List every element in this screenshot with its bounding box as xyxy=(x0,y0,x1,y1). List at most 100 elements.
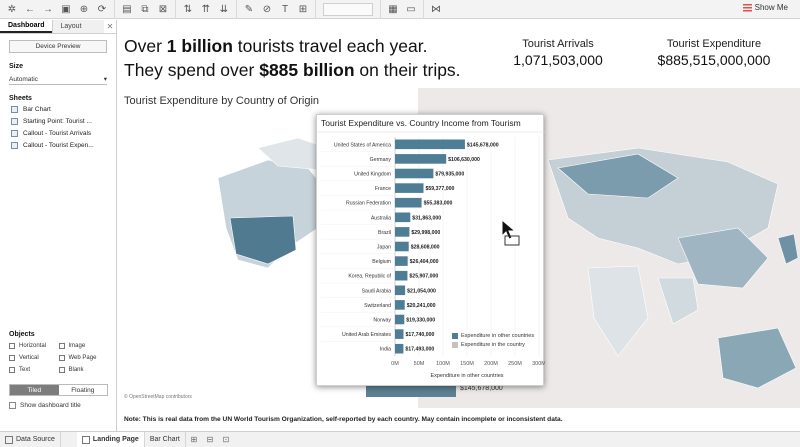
sheet-item-callout-expenditure[interactable]: Callout - Tourist Expen... xyxy=(11,141,116,150)
toolbar-group-nav: ✲ ← → ▣ ⊕ ⟳ xyxy=(0,0,115,19)
new-datasource-icon[interactable]: ⊕ xyxy=(77,2,91,16)
object-blank[interactable]: Blank xyxy=(58,366,109,374)
sheet-item-callout-arrivals[interactable]: Callout - Tourist Arrivals xyxy=(11,129,116,138)
category-label: United Arab Emirates xyxy=(342,332,391,338)
x-axis-label: Expenditure in other countries xyxy=(430,373,503,379)
headline-highlight: 1 billion xyxy=(166,36,233,56)
object-vertical[interactable]: Vertical xyxy=(9,354,59,362)
image-icon xyxy=(58,343,65,349)
headline-text: They spend over xyxy=(124,60,260,80)
category-label: Brazil xyxy=(378,230,391,236)
toolbar-group-format: ⇅ ⇈ ⇊ xyxy=(176,0,237,19)
undo-icon[interactable]: ← xyxy=(23,2,37,16)
tiled-button[interactable]: Tiled xyxy=(10,385,59,395)
tab-bar-chart[interactable]: Bar Chart xyxy=(145,431,186,447)
headline: Over 1 billion tourists travel each year… xyxy=(124,34,494,82)
toolbar-group-marks: ✎ ⊘ T ⊞ xyxy=(237,0,316,19)
show-dashboard-title-checkbox[interactable]: Show dashboard title xyxy=(9,402,117,409)
toolbar-group-share: ⋈ xyxy=(424,0,448,19)
x-tick-label: 200M xyxy=(484,361,498,367)
category-label: Norway xyxy=(373,318,391,324)
clear-sheet-icon[interactable]: ⊠ xyxy=(156,2,170,16)
show-me-button[interactable]: Show Me xyxy=(742,3,788,12)
bar xyxy=(395,212,411,223)
fix-axes-icon[interactable]: ⊞ xyxy=(296,2,310,16)
sheet-item-starting-point[interactable]: Starting Point: Tourist ... xyxy=(11,117,116,126)
size-dropdown[interactable]: Automatic ▾ xyxy=(9,74,107,85)
new-story-tab-icon[interactable]: ⊡ xyxy=(221,435,231,445)
cursor-icon xyxy=(501,218,520,246)
checkbox-icon xyxy=(9,402,16,409)
sheet-item-bar-chart[interactable]: Bar Chart xyxy=(11,105,116,114)
labels-icon[interactable]: T xyxy=(278,2,292,16)
bar xyxy=(395,285,406,296)
value-label: $17,493,000 xyxy=(405,347,434,353)
sheet-item-label: Starting Point: Tourist ... xyxy=(23,118,92,125)
headline-highlight: $885 billion xyxy=(259,60,355,80)
tab-label: Data Source xyxy=(16,436,55,443)
kpi-label: Tourist Arrivals xyxy=(522,38,594,50)
tooltip-bar-chart: 0M 50M 100M 150M 200M 250M 300M United States o… xyxy=(316,114,545,386)
tableau-logo-icon[interactable]: ✲ xyxy=(5,2,19,16)
kpi-tourist-expenditure: Tourist Expenditure $885,515,000,000 xyxy=(646,38,782,68)
object-web-page[interactable]: Web Page xyxy=(58,354,109,362)
category-label: India xyxy=(380,347,391,353)
sheet-item-label: Bar Chart xyxy=(23,106,51,113)
horizontal-icon xyxy=(9,343,15,349)
sort-desc-icon[interactable]: ⇊ xyxy=(217,2,231,16)
show-title-label: Show dashboard title xyxy=(20,402,81,409)
chart-title: Tourist Expenditure vs. Country Income f… xyxy=(321,118,521,128)
pause-updates-icon[interactable]: ⟳ xyxy=(95,2,109,16)
tab-label: Bar Chart xyxy=(149,436,180,443)
objects-grid: Horizontal Image Vertical Web Page Text … xyxy=(9,342,108,374)
presentation-icon[interactable]: ▭ xyxy=(404,2,418,16)
new-dashboard-tab-icon[interactable]: ⊟ xyxy=(205,435,215,445)
object-image[interactable]: Image xyxy=(58,342,109,350)
x-tick-label: 250M xyxy=(508,361,522,367)
pane-close-icon[interactable]: ✕ xyxy=(104,20,116,33)
new-worksheet-tab-icon[interactable]: ⊞ xyxy=(189,435,199,445)
x-tick-label: 150M xyxy=(460,361,474,367)
show-me-icon xyxy=(742,3,752,12)
object-label: Web Page xyxy=(68,355,97,361)
tab-data-source[interactable]: Data Source xyxy=(0,431,61,447)
object-horizontal[interactable]: Horizontal xyxy=(9,342,59,350)
size-value: Automatic xyxy=(9,75,38,83)
bar xyxy=(395,314,405,325)
new-worksheet-icon[interactable]: ▤ xyxy=(120,2,134,16)
highlight-icon[interactable]: ✎ xyxy=(242,2,256,16)
dashboard-icon xyxy=(81,435,90,444)
legend-label: Expenditure in the country xyxy=(461,341,525,348)
share-icon[interactable]: ⋈ xyxy=(429,2,443,16)
bar xyxy=(395,139,465,150)
bar xyxy=(395,329,404,339)
legend-item-other-countries: Expenditure in other countries xyxy=(452,331,534,340)
bar xyxy=(395,197,422,208)
fit-select[interactable] xyxy=(323,2,373,16)
headline-text: on their trips. xyxy=(354,60,461,80)
swap-icon[interactable]: ⇅ xyxy=(181,2,195,16)
object-label: Image xyxy=(68,343,86,349)
bar xyxy=(395,227,410,237)
show-cards-icon[interactable]: ▦ xyxy=(386,2,400,16)
x-tick-label: 0M xyxy=(391,361,399,367)
floating-button[interactable]: Floating xyxy=(59,385,108,395)
group-icon[interactable]: ⊘ xyxy=(260,2,274,16)
duplicate-sheet-icon[interactable]: ⧉ xyxy=(138,2,152,16)
tab-layout[interactable]: Layout xyxy=(51,20,104,33)
tab-label: Landing Page xyxy=(92,436,139,443)
object-text[interactable]: Text xyxy=(9,366,59,374)
value-label: $79,935,000 xyxy=(435,172,464,178)
sort-asc-icon[interactable]: ⇈ xyxy=(199,2,213,16)
save-icon[interactable]: ▣ xyxy=(59,2,73,16)
bar xyxy=(395,343,404,354)
redo-icon[interactable]: → xyxy=(41,2,55,16)
object-label: Horizontal xyxy=(19,343,47,349)
category-label: Russian Federation xyxy=(346,201,391,207)
blank-icon xyxy=(58,367,65,373)
kpi-label: Tourist Expenditure xyxy=(666,38,762,50)
tab-dashboard[interactable]: Dashboard xyxy=(0,20,52,33)
tab-landing-page[interactable]: Landing Page xyxy=(76,431,145,447)
device-preview-button[interactable]: Device Preview xyxy=(9,40,107,53)
object-label: Blank xyxy=(68,367,84,373)
